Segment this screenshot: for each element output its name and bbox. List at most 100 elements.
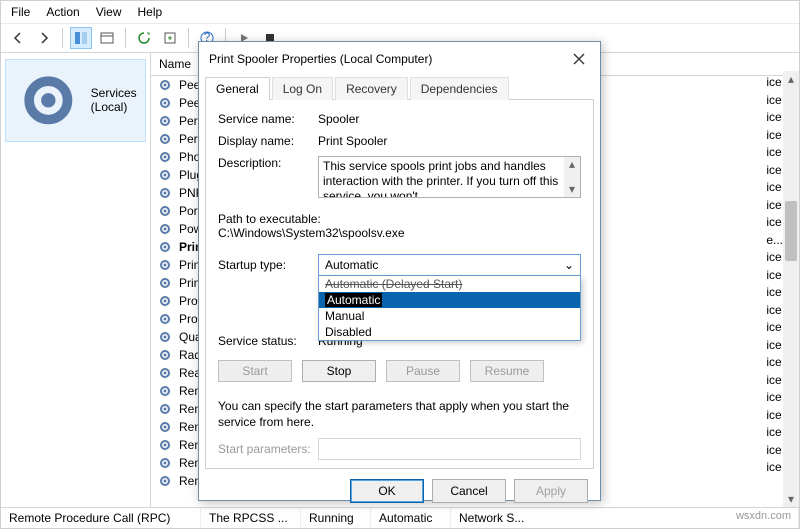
tab-recovery[interactable]: Recovery [335,77,408,100]
scroll-down-icon[interactable]: ▾ [564,182,580,197]
service-row-suffix: ice [764,443,783,461]
value-display-name: Print Spooler [318,134,581,148]
start-parameters-note: You can specify the start parameters tha… [218,398,581,430]
gear-icon [157,437,173,453]
gear-icon [157,473,173,489]
service-row-suffix: ice [764,93,783,111]
dialog-title: Print Spooler Properties (Local Computer… [209,52,432,66]
scroll-down-icon[interactable]: ▾ [783,491,799,507]
service-row-suffix: ice [764,180,783,198]
gear-icon [157,203,173,219]
gear-icon [157,167,173,183]
dialog-tabs: General Log On Recovery Dependencies [199,76,600,99]
properties-dialog: Print Spooler Properties (Local Computer… [198,41,601,501]
menu-action[interactable]: Action [46,5,79,19]
service-row-suffix: ice [764,408,783,426]
service-row-suffix: ice [764,268,783,286]
gear-icon [157,419,173,435]
apply-button: Apply [514,479,588,503]
gear-icon [157,185,173,201]
service-row-suffix: ice [764,285,783,303]
gear-icon [157,95,173,111]
label-startup-type: Startup type: [218,258,318,272]
menu-view[interactable]: View [96,5,122,19]
service-row-suffix: ice [764,215,783,233]
start-button: Start [218,360,292,382]
dialog-titlebar: Print Spooler Properties (Local Computer… [199,42,600,76]
service-row-suffix: ice [764,250,783,268]
scroll-up-icon[interactable]: ▴ [783,71,799,87]
refresh-button[interactable] [133,27,155,49]
service-row-suffix: ice [764,390,783,408]
startup-option-disabled[interactable]: Disabled [319,324,580,340]
description-scrollbar[interactable]: ▴ ▾ [564,157,580,197]
tab-dependencies[interactable]: Dependencies [410,77,509,100]
stop-button[interactable]: Stop [302,360,376,382]
tab-logon[interactable]: Log On [272,77,333,100]
startup-option-delayed[interactable]: Automatic (Delayed Start) [319,276,580,292]
tab-panel-general: Service name: Spooler Display name: Prin… [205,99,594,469]
close-button[interactable] [568,48,590,70]
pause-button: Pause [386,360,460,382]
menu-help[interactable]: Help [138,5,163,19]
startup-option-manual[interactable]: Manual [319,308,580,324]
tree-node-label: Services (Local) [91,86,141,114]
forward-button[interactable] [33,27,55,49]
gear-icon [157,131,173,147]
service-row-suffix: ice [764,163,783,181]
service-row-suffix: ice [764,110,783,128]
tab-general[interactable]: General [205,77,270,100]
cancel-button[interactable]: Cancel [432,479,506,503]
resume-button: Resume [470,360,544,382]
toolbar-separator [125,28,126,48]
label-service-name: Service name: [218,112,318,126]
menu-file[interactable]: File [11,5,30,19]
gear-icon [157,239,173,255]
gear-icon [157,293,173,309]
gear-icon [157,149,173,165]
startup-type-dropdown: Automatic (Delayed Start) Automatic Manu… [318,276,581,341]
service-control-buttons: Start Stop Pause Resume [218,360,581,382]
service-row-suffix: e... [764,233,783,251]
gear-icon [157,275,173,291]
gear-icon [157,329,173,345]
toolbar-separator [62,28,63,48]
label-description: Description: [218,156,318,170]
service-row-suffix: ice [764,75,783,93]
label-service-status: Service status: [218,334,318,348]
service-row-suffix: ice [764,355,783,373]
export-button[interactable] [159,27,181,49]
watermark: wsxdn.com [733,509,794,523]
show-hide-tree-button[interactable] [70,27,92,49]
back-button[interactable] [7,27,29,49]
ok-button[interactable]: OK [350,479,424,503]
start-parameters-input [318,438,581,460]
startup-option-automatic-label: Automatic [325,293,382,307]
close-icon [573,53,585,65]
properties-toolbar-button[interactable] [96,27,118,49]
scroll-up-icon[interactable]: ▴ [564,157,580,172]
gear-icon [157,401,173,417]
service-row-suffix: ice [764,145,783,163]
service-row-suffix: ice [764,338,783,356]
gear-icon [157,311,173,327]
gear-icon [157,347,173,363]
chevron-down-icon: ⌄ [564,258,574,272]
description-textbox[interactable]: This service spools print jobs and handl… [318,156,581,198]
label-path: Path to executable: [218,212,581,226]
services-icon [10,62,87,139]
service-row-suffix: ice [764,198,783,216]
gear-icon [157,77,173,93]
gear-icon [157,113,173,129]
menubar: File Action View Help [1,1,799,24]
startup-type-combobox[interactable]: Automatic ⌄ Automatic (Delayed Start) Au… [318,254,581,276]
value-service-name: Spooler [318,112,581,126]
tree-node-services-local[interactable]: Services (Local) [5,59,146,142]
service-row-suffix: ice [764,460,783,478]
dialog-buttons: OK Cancel Apply [199,469,600,513]
startup-option-automatic[interactable]: Automatic [319,292,580,308]
scrollbar-thumb[interactable] [785,201,797,261]
gear-icon [157,455,173,471]
label-display-name: Display name: [218,134,318,148]
vertical-scrollbar[interactable]: ▴ ▾ [783,71,799,507]
